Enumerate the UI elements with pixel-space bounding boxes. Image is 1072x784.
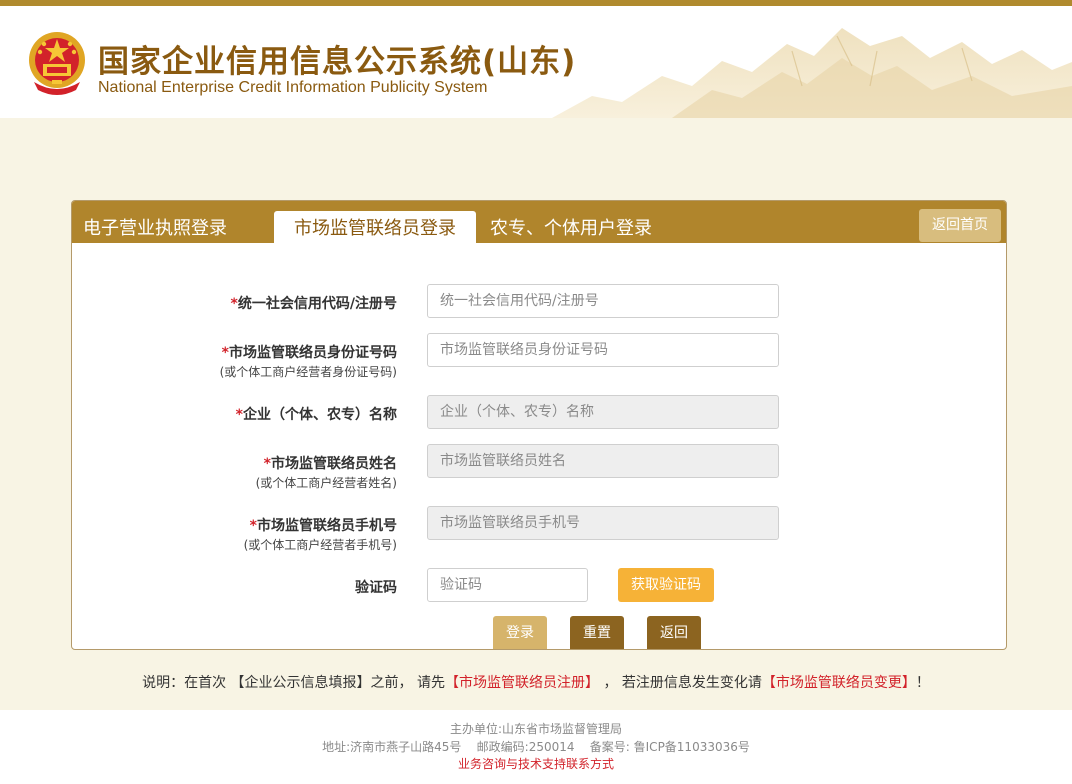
liaison-phone-sublabel: (或个体工商户经营者手机号) bbox=[243, 538, 397, 552]
site-footer: 主办单位:山东省市场监督管理局 地址:济南市燕子山路45号 邮政编码:25001… bbox=[0, 710, 1072, 784]
enterprise-name-label: *企业（个体、农专）名称 bbox=[235, 407, 397, 423]
site-header: 国家企业信用信息公示系统(山东) National Enterprise Cre… bbox=[0, 6, 1072, 118]
tab-market-liaison[interactable]: 市场监管联络员登录 bbox=[274, 211, 476, 243]
footer-address: 地址:济南市燕子山路45号 邮政编码:250014 备案号: 鲁ICP备1103… bbox=[322, 740, 750, 754]
login-button[interactable]: 登录 bbox=[493, 616, 547, 649]
liaison-name-label: *市场监管联络员姓名 bbox=[263, 456, 397, 472]
liaison-id-sublabel: (或个体工商户经营者身份证号码) bbox=[219, 365, 397, 379]
notice-text: 说明：在首次 【企业公示信息填报】之前， 请先【市场监管联络员注册】 ， 若注册… bbox=[0, 672, 1072, 692]
tab-bar: 电子营业执照登录 市场监管联络员登录 农专、个体用户登录 返回首页 bbox=[72, 201, 1006, 243]
login-panel: 电子营业执照登录 市场监管联络员登录 农专、个体用户登录 返回首页 *统一社会信… bbox=[71, 200, 1007, 650]
liaison-change-link[interactable]: 【市场监管联络员变更】 bbox=[762, 675, 916, 691]
get-captcha-button[interactable]: 获取验证码 bbox=[618, 568, 714, 602]
captcha-input[interactable] bbox=[427, 568, 588, 602]
site-title: 国家企业信用信息公示系统(山东) bbox=[98, 44, 577, 80]
national-emblem-icon bbox=[29, 32, 85, 95]
credit-code-label: *统一社会信用代码/注册号 bbox=[230, 296, 397, 312]
site-subtitle: National Enterprise Credit Information P… bbox=[98, 79, 488, 96]
liaison-register-link[interactable]: 【市场监管联络员注册】 bbox=[445, 675, 599, 691]
return-home-button[interactable]: 返回首页 bbox=[919, 209, 1001, 242]
liaison-id-label: *市场监管联络员身份证号码 bbox=[221, 345, 397, 361]
liaison-id-input[interactable] bbox=[427, 333, 779, 367]
tab-electronic-license[interactable]: 电子营业执照登录 bbox=[83, 211, 227, 243]
footer-sponsor: 主办单位:山东省市场监督管理局 bbox=[449, 722, 623, 736]
notice-suffix: ！ bbox=[915, 675, 930, 691]
liaison-phone-label: *市场监管联络员手机号 bbox=[249, 518, 397, 534]
footer-support-link[interactable]: 业务咨询与技术支持联系方式 bbox=[0, 755, 1072, 772]
notice-middle: ， 若注册信息发生变化请 bbox=[599, 675, 762, 691]
captcha-label: 验证码 bbox=[355, 580, 397, 596]
required-mark: * bbox=[230, 296, 238, 312]
credit-code-input[interactable] bbox=[427, 284, 779, 318]
back-button[interactable]: 返回 bbox=[647, 616, 701, 649]
tab-farmer-individual[interactable]: 农专、个体用户登录 bbox=[490, 211, 652, 243]
liaison-phone-input bbox=[427, 506, 779, 540]
enterprise-name-input bbox=[427, 395, 779, 429]
mountain-illustration bbox=[552, 28, 1072, 118]
liaison-name-sublabel: (或个体工商户经营者姓名) bbox=[255, 476, 397, 490]
notice-prefix: 说明：在首次 【企业公示信息填报】之前， 请先 bbox=[142, 675, 445, 691]
liaison-name-input bbox=[427, 444, 779, 478]
reset-button[interactable]: 重置 bbox=[570, 616, 624, 649]
